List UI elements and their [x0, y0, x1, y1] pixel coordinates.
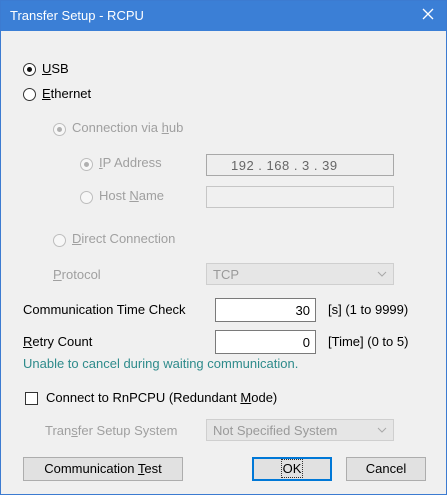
warning-note: Unable to cancel during waiting communic…: [23, 356, 299, 371]
retry-count-label: Retry Count: [23, 334, 93, 349]
retry-count-unit: [Time] (0 to 5): [328, 334, 409, 349]
redundant-mode-checkbox[interactable]: [25, 392, 38, 405]
ip-address-field[interactable]: 192 . 168 . 3 . 39: [206, 154, 394, 176]
ok-label: OK: [280, 459, 304, 478]
via-hub-label[interactable]: Connection via hub: [72, 120, 183, 135]
transfer-system-value: Not Specified System: [213, 423, 338, 438]
transfer-system-label: Transfer Setup System: [45, 423, 178, 438]
host-name-radio[interactable]: [80, 191, 93, 204]
host-name-field[interactable]: [206, 186, 394, 208]
ip-address-label[interactable]: IP Address: [99, 155, 162, 170]
transfer-system-select[interactable]: Not Specified System: [206, 419, 394, 441]
comm-time-check-unit: [s] (1 to 9999): [328, 302, 409, 317]
title-bar: Transfer Setup - RCPU: [1, 1, 446, 31]
usb-label[interactable]: USB: [42, 61, 69, 76]
ethernet-radio[interactable]: [23, 88, 36, 101]
host-name-label[interactable]: Host Name: [99, 188, 164, 203]
chevron-down-icon: [377, 427, 387, 433]
protocol-label: Protocol: [53, 267, 101, 282]
usb-label-rest: SB: [51, 61, 69, 76]
via-hub-radio[interactable]: [53, 123, 66, 136]
ok-button[interactable]: OK: [252, 457, 332, 481]
comm-time-check-input[interactable]: 30: [215, 298, 316, 322]
protocol-value: TCP: [213, 267, 239, 282]
communication-test-button[interactable]: Communication Test: [23, 457, 183, 481]
direct-connection-radio[interactable]: [53, 234, 66, 247]
close-icon[interactable]: [420, 6, 436, 22]
comm-time-check-label: Communication Time Check: [23, 302, 186, 317]
usb-radio[interactable]: [23, 63, 36, 76]
ip-address-radio[interactable]: [80, 158, 93, 171]
direct-connection-label[interactable]: Direct Connection: [72, 231, 175, 246]
transfer-setup-dialog: Transfer Setup - RCPU USB Ethernet Conne…: [0, 0, 447, 495]
chevron-down-icon: [377, 271, 387, 277]
retry-count-value: 0: [302, 335, 310, 350]
ip-address-value: 192 . 168 . 3 . 39: [231, 158, 338, 173]
ethernet-label[interactable]: Ethernet: [42, 86, 91, 101]
cancel-button[interactable]: Cancel: [346, 457, 426, 481]
redundant-mode-label[interactable]: Connect to RnPCPU (Redundant Mode): [46, 390, 277, 405]
comm-time-check-value: 30: [295, 303, 310, 318]
retry-count-input[interactable]: 0: [215, 330, 316, 354]
window-title: Transfer Setup - RCPU: [10, 8, 144, 23]
protocol-select[interactable]: TCP: [206, 263, 394, 285]
